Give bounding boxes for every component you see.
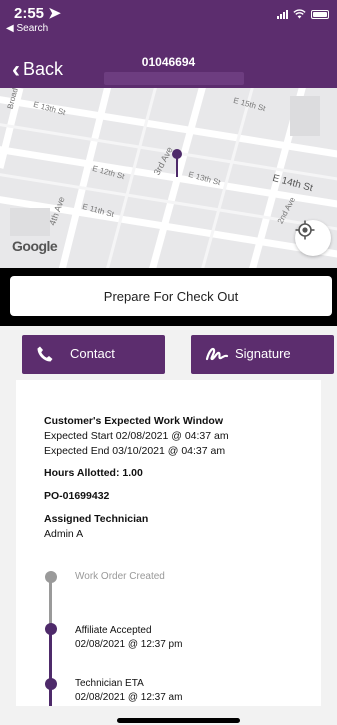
expected-end: Expected End 03/10/2021 @ 04:37 am xyxy=(44,445,226,457)
signature-label: Signature xyxy=(235,346,291,361)
redacted-subtitle xyxy=(104,72,244,85)
timeline-dot-done xyxy=(45,678,57,690)
map-pin-icon[interactable] xyxy=(170,148,184,178)
crosshair-icon xyxy=(295,220,315,240)
timeline-line-done xyxy=(49,629,52,706)
po-number: PO-01699432 xyxy=(44,490,110,502)
timeline-label: Affiliate Accepted xyxy=(75,625,152,636)
expected-start: Expected Start 02/08/2021 @ 04:37 am xyxy=(44,430,229,442)
hours-allotted: Hours Allotted: 1.00 xyxy=(44,467,143,479)
page-title: 01046694 xyxy=(141,55,196,69)
google-logo: Google xyxy=(12,238,58,254)
work-window-heading: Customer's Expected Work Window xyxy=(44,415,223,427)
timeline-label: Work Order Created xyxy=(75,571,165,582)
timeline-time: 02/08/2021 @ 12:37 am xyxy=(75,692,183,703)
phone-icon xyxy=(37,346,53,362)
timeline-label: Technician ETA xyxy=(75,678,144,689)
battery-icon xyxy=(311,9,329,19)
wifi-icon xyxy=(293,9,306,19)
signature-icon xyxy=(205,347,229,361)
status-time: 2:55 ➤ xyxy=(14,5,61,22)
technician-heading: Assigned Technician xyxy=(44,513,149,525)
timeline-dot-done xyxy=(45,623,57,635)
cellular-signal-icon xyxy=(277,9,288,19)
work-order-details-card xyxy=(16,380,321,706)
prepare-checkout-button[interactable]: Prepare For Check Out xyxy=(10,276,332,316)
timeline-time: 02/08/2021 @ 12:37 pm xyxy=(75,639,183,650)
status-back-to-app[interactable]: ◀ Search xyxy=(6,23,48,34)
contact-label: Contact xyxy=(70,346,115,361)
technician-name: Admin A xyxy=(44,528,84,540)
header-bar: 2:55 ➤ ◀ Search ‹ Back 01046694 xyxy=(0,0,337,88)
status-icons xyxy=(277,9,329,19)
map-view[interactable]: Broad E 13th St E 15th St E 12th St 3rd … xyxy=(0,88,337,268)
signature-button[interactable]: Signature xyxy=(191,335,334,374)
timeline-line-pending xyxy=(49,577,52,629)
my-location-button[interactable] xyxy=(295,220,331,256)
contact-button[interactable]: Contact xyxy=(22,335,165,374)
timeline-dot-pending xyxy=(45,571,57,583)
home-indicator[interactable] xyxy=(117,718,240,723)
